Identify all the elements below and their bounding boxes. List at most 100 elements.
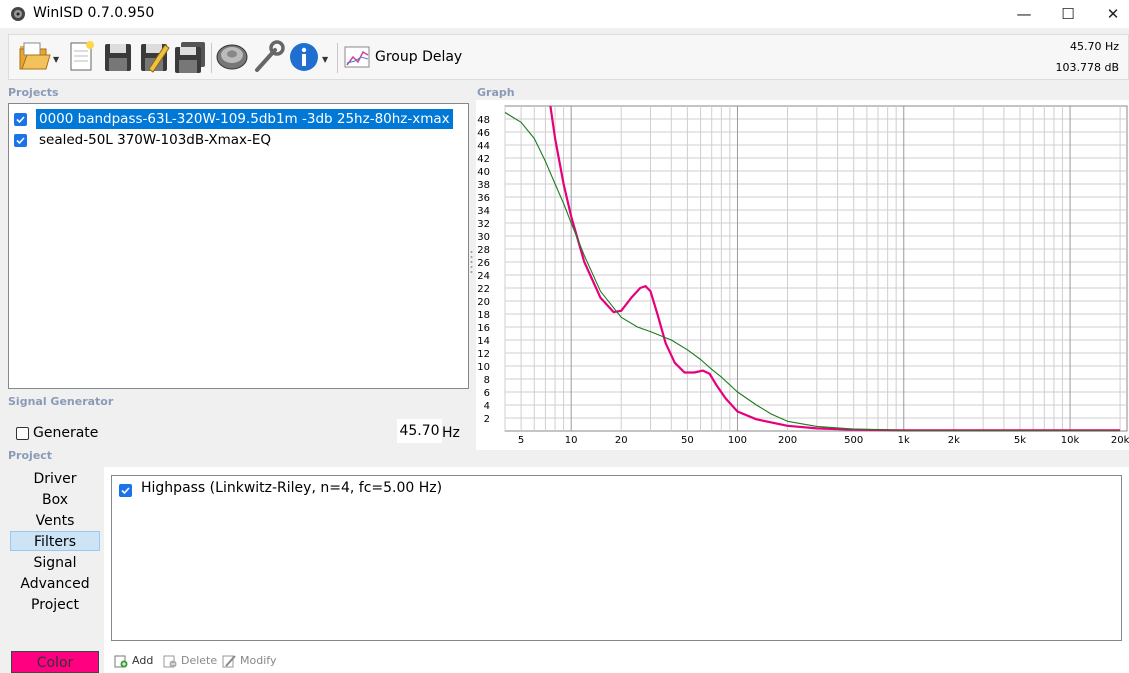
y-tick-label: 36 bbox=[477, 193, 490, 204]
title-bar: WinISD 0.7.0.950 — ☐ ✕ bbox=[0, 0, 1129, 28]
save-as-button[interactable] bbox=[137, 39, 171, 75]
nav-filters[interactable]: Filters bbox=[10, 531, 100, 551]
toolbar: ▼ ▼ Group Delay 45.70 Hz 103.778 dB bbox=[8, 34, 1129, 80]
driver-button[interactable] bbox=[215, 39, 249, 75]
y-tick-label: 12 bbox=[477, 349, 490, 360]
y-tick-label: 8 bbox=[484, 375, 490, 386]
generator-frequency-input[interactable]: 45.70 bbox=[397, 419, 442, 443]
checkmark-icon bbox=[121, 487, 130, 495]
graph-panel[interactable]: 2 4 6 8 10 12 14 16 18 20 22 24 26 28 30 32 34 36 38 40 42 44… bbox=[476, 100, 1129, 450]
project-checkbox[interactable] bbox=[14, 113, 27, 126]
open-button[interactable] bbox=[17, 39, 51, 75]
driver-icon bbox=[216, 44, 248, 70]
info-dropdown-arrow-icon[interactable]: ▼ bbox=[322, 55, 328, 64]
checkmark-icon bbox=[16, 116, 25, 124]
filter-checkbox[interactable] bbox=[119, 484, 132, 497]
open-icon bbox=[19, 42, 51, 70]
delete-filter-button[interactable]: Delete bbox=[163, 653, 219, 669]
plot-frame bbox=[504, 105, 1128, 432]
close-button[interactable]: ✕ bbox=[1090, 0, 1129, 28]
save-icon bbox=[105, 44, 131, 71]
frequency-readout: 45.70 Hz bbox=[1069, 40, 1119, 53]
nav-vents[interactable]: Vents bbox=[10, 511, 100, 531]
add-filter-button[interactable]: Add bbox=[114, 653, 160, 669]
nav-driver[interactable]: Driver bbox=[10, 469, 100, 489]
color-button[interactable]: Color bbox=[11, 651, 99, 673]
add-label: Add bbox=[132, 654, 154, 667]
maximize-button[interactable]: ☐ bbox=[1045, 0, 1091, 28]
info-icon bbox=[290, 43, 318, 71]
add-icon bbox=[114, 655, 128, 668]
filter-item-label[interactable]: Highpass (Linkwitz-Riley, n=4, fc=5.00 H… bbox=[141, 480, 442, 496]
toolbar-separator bbox=[211, 43, 212, 73]
y-tick-label: 2 bbox=[484, 414, 490, 425]
project-header: Project bbox=[8, 449, 53, 462]
y-tick-label: 18 bbox=[477, 310, 490, 321]
filters-list[interactable]: Highpass (Linkwitz-Riley, n=4, fc=5.00 H… bbox=[111, 475, 1122, 641]
signal-generator-header: Signal Generator bbox=[8, 395, 114, 408]
generate-label: Generate bbox=[33, 425, 99, 441]
project-label: 0000 bandpass-63L-320W-109.5db1m -3db 25… bbox=[36, 109, 453, 129]
save-all-icon bbox=[175, 42, 205, 73]
x-tick-label: 500 bbox=[844, 435, 863, 446]
graph-header: Graph bbox=[477, 86, 515, 99]
y-tick-label: 44 bbox=[477, 141, 490, 152]
group-delay-icon bbox=[344, 46, 370, 68]
splitter-handle[interactable] bbox=[470, 250, 473, 274]
y-tick-label: 14 bbox=[477, 336, 490, 347]
x-tick-label: 50 bbox=[681, 435, 694, 446]
y-tick-label: 46 bbox=[477, 128, 490, 139]
level-readout: 103.778 dB bbox=[1055, 61, 1119, 74]
x-tick-label: 5k bbox=[1014, 435, 1026, 446]
group-delay-chart[interactable]: 2468101214161820222426283032343638404244… bbox=[476, 100, 1129, 450]
modify-filter-button[interactable]: Modify bbox=[222, 653, 282, 669]
x-tick-label: 1k bbox=[898, 435, 910, 446]
generate-checkbox[interactable] bbox=[16, 427, 29, 440]
nav-advanced[interactable]: Advanced bbox=[10, 574, 100, 594]
y-tick-label: 28 bbox=[477, 245, 490, 256]
x-tick-label: 100 bbox=[728, 435, 747, 446]
y-tick-label: 26 bbox=[477, 258, 490, 269]
nav-box[interactable]: Box bbox=[10, 490, 100, 510]
graph-type-label[interactable]: Group Delay bbox=[375, 49, 462, 65]
project-item[interactable]: 0000 bandpass-63L-320W-109.5db1m -3db 25… bbox=[9, 109, 468, 129]
y-tick-label: 4 bbox=[484, 401, 490, 412]
minimize-button[interactable]: — bbox=[1001, 0, 1047, 28]
y-tick-label: 32 bbox=[477, 219, 490, 230]
project-checkbox[interactable] bbox=[14, 134, 27, 147]
y-tick-label: 10 bbox=[477, 362, 490, 373]
x-tick-label: 10 bbox=[565, 435, 578, 446]
y-tick-label: 24 bbox=[477, 271, 490, 282]
info-button[interactable] bbox=[287, 39, 321, 75]
y-tick-label: 40 bbox=[477, 167, 490, 178]
generator-frequency-unit: Hz bbox=[442, 425, 460, 441]
project-item[interactable]: sealed-50L 370W-103dB-Xmax-EQ bbox=[9, 130, 468, 150]
x-tick-label: 10k bbox=[1061, 435, 1080, 446]
open-dropdown-arrow-icon[interactable]: ▼ bbox=[53, 55, 59, 64]
save-button[interactable] bbox=[101, 39, 135, 75]
nav-project[interactable]: Project bbox=[10, 595, 100, 615]
x-tick-label: 20 bbox=[615, 435, 628, 446]
delete-icon bbox=[163, 655, 177, 668]
x-tick-label: 200 bbox=[778, 435, 797, 446]
tools-icon bbox=[255, 40, 285, 72]
y-tick-label: 30 bbox=[477, 232, 490, 243]
y-tick-label: 20 bbox=[477, 297, 490, 308]
projects-list[interactable]: 0000 bandpass-63L-320W-109.5db1m -3db 25… bbox=[8, 103, 469, 389]
x-tick-label: 5 bbox=[518, 435, 524, 446]
save-all-button[interactable] bbox=[173, 39, 207, 75]
new-project-button[interactable] bbox=[65, 39, 99, 75]
y-tick-label: 42 bbox=[477, 154, 490, 165]
modify-label: Modify bbox=[240, 654, 277, 667]
nav-signal[interactable]: Signal bbox=[10, 553, 100, 573]
y-tick-label: 16 bbox=[477, 323, 490, 334]
y-tick-label: 38 bbox=[477, 180, 490, 191]
graph-type-button[interactable] bbox=[341, 39, 375, 75]
new-icon bbox=[70, 41, 94, 71]
tools-button[interactable] bbox=[251, 39, 285, 75]
toolbar-separator bbox=[337, 43, 338, 73]
y-tick-label: 6 bbox=[484, 388, 490, 399]
app-window: WinISD 0.7.0.950 — ☐ ✕ ▼ ▼ Group Delay 4… bbox=[0, 0, 1129, 673]
window-title: WinISD 0.7.0.950 bbox=[33, 5, 155, 21]
y-tick-label: 34 bbox=[477, 206, 490, 217]
